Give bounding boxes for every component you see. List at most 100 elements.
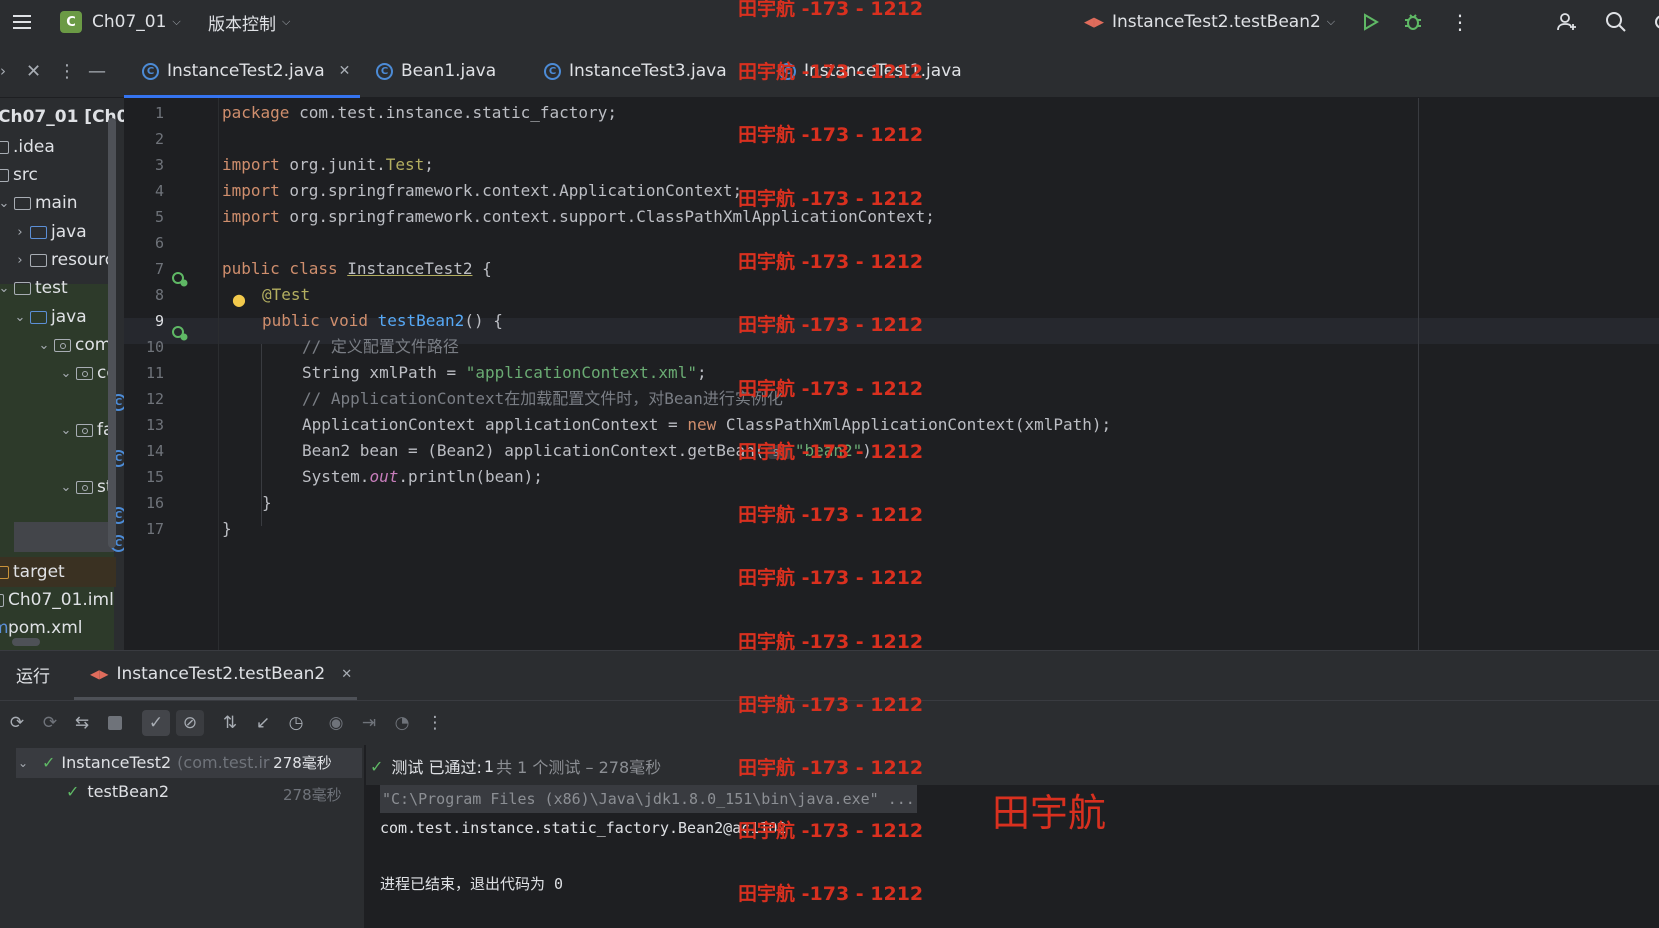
run-test-gutter-icon[interactable]: [172, 271, 188, 287]
line-number: 7: [154, 260, 164, 278]
tree-item-iml[interactable]: Ch07_01.iml: [0, 585, 114, 615]
watermark-text: 田宇航 -173 - 1212: [738, 0, 924, 20]
rerun-icon[interactable]: ⟳: [6, 712, 28, 734]
chevron-left-icon[interactable]: ›: [0, 44, 6, 98]
console-line-output: com.test.instance.static_factory.Bean2@a…: [380, 819, 787, 837]
tab-instancetest2[interactable]: C InstanceTest2.java ✕: [142, 44, 350, 98]
tree-item-test[interactable]: ⌄ test: [0, 273, 68, 303]
test-case-row[interactable]: ✓ testBean2: [66, 782, 169, 801]
watermark-text: 田宇航 -173 - 1212: [738, 314, 924, 336]
show-passed-icon[interactable]: ✓: [142, 710, 170, 736]
tree-label: .idea: [13, 137, 55, 157]
run-test-gutter-icon[interactable]: [172, 325, 188, 341]
coverage-icon[interactable]: ◔: [391, 712, 413, 734]
debug-button[interactable]: [1403, 0, 1423, 44]
tree-label: resourc: [51, 250, 115, 270]
tree-item-java-main[interactable]: › java: [10, 217, 86, 247]
tab-label: InstanceTest2.java: [167, 61, 325, 81]
chevron-right-icon: ›: [17, 252, 23, 268]
collapse-icon[interactable]: ↙: [252, 712, 274, 734]
tree-item-main[interactable]: ⌄ main: [0, 188, 77, 218]
code-line-17: }: [222, 519, 232, 538]
tree-item-resources[interactable]: › resourc: [10, 245, 114, 275]
search-icon[interactable]: [1604, 0, 1628, 44]
status-summary: 共 1 个测试 – 278毫秒: [496, 758, 662, 777]
project-tree: Ch07_01 [Ch07 .idea src ⌄ main › java › res…: [0, 98, 124, 650]
project-switcher[interactable]: C Ch07_01 ⌵: [60, 0, 181, 44]
tab-instancetest3[interactable]: C InstanceTest3.java: [544, 44, 727, 98]
history-icon[interactable]: ◷: [285, 712, 307, 734]
tree-label: target: [13, 562, 65, 582]
stop-icon[interactable]: [104, 712, 126, 734]
tree-item-com[interactable]: ⌄ com.: [34, 330, 117, 360]
lightbulb-icon[interactable]: ●: [232, 290, 246, 309]
tree-item-target[interactable]: target: [0, 557, 116, 587]
tree-item-pkg-st[interactable]: ⌄ st: [56, 472, 113, 502]
close-icon[interactable]: ✕: [339, 63, 351, 79]
tree-root[interactable]: Ch07_01 [Ch07: [0, 102, 124, 132]
chevron-down-icon: ⌄: [60, 422, 72, 438]
watermark-text: 田宇航 -173 - 1212: [738, 188, 924, 210]
test-duration: 278毫秒: [283, 786, 342, 804]
chevron-down-icon: ⌄: [60, 479, 72, 495]
tree-item-pkg-fa[interactable]: ⌄ fa: [56, 415, 114, 445]
vcs-menu[interactable]: 版本控制 ⌵: [208, 0, 290, 44]
import-icon[interactable]: ⇥: [358, 712, 380, 734]
gutter-separator: [218, 98, 219, 650]
line-number: 3: [154, 156, 164, 174]
status-label: 测试 已通过:: [391, 758, 482, 777]
show-ignored-icon[interactable]: ⊘: [176, 710, 204, 736]
sort-icon[interactable]: ⇅: [219, 712, 241, 734]
close-icon[interactable]: ✕: [341, 667, 352, 682]
line-number: 16: [145, 494, 164, 512]
tab-label: InstanceTest3.java: [569, 61, 727, 81]
run-button[interactable]: [1360, 0, 1380, 44]
folder-icon: [0, 168, 9, 182]
toggle-auto-test-icon[interactable]: ⇆: [71, 712, 93, 734]
tree-label: Ch07_01 [Ch07: [0, 107, 124, 127]
vcs-menu-label: 版本控制: [208, 14, 276, 35]
add-user-icon[interactable]: [1555, 0, 1579, 44]
rerun-failed-icon[interactable]: ⟳: [39, 712, 61, 734]
scrollbar[interactable]: [108, 118, 116, 548]
watermark-text: 田宇航 -173 - 1212: [738, 883, 924, 905]
test-suite-row[interactable]: ⌄ ✓ InstanceTest2 (com.test.ir 278毫秒: [18, 752, 332, 773]
options-icon[interactable]: ⋮: [58, 44, 76, 98]
line-number: 14: [145, 442, 164, 460]
watermark-text: 田宇航 -173 - 1212: [738, 757, 924, 779]
test-name: InstanceTest2: [61, 753, 172, 772]
tree-item-src[interactable]: src: [0, 160, 38, 190]
settings-icon[interactable]: [1650, 0, 1659, 44]
chevron-down-icon: ⌵: [1326, 15, 1336, 28]
more-icon[interactable]: ⋮: [424, 712, 446, 734]
collapse-all-icon[interactable]: ✕: [26, 44, 41, 98]
code-line-16: }: [262, 493, 272, 512]
code-line-13: ApplicationContext applicationContext = …: [302, 415, 1112, 434]
package-icon: [76, 423, 93, 437]
run-config-selector[interactable]: ◀▶ InstanceTest2.testBean2 ⌵: [1084, 0, 1335, 44]
line-number: 12: [145, 390, 164, 408]
chevron-down-icon: ⌵: [282, 15, 291, 28]
code-line-1: package com.test.instance.static_factory…: [222, 103, 617, 122]
watermark-text: 田宇航 -173 - 1212: [738, 567, 924, 589]
tree-item-java-test[interactable]: ⌄ java: [10, 302, 87, 332]
folder-icon: [30, 253, 47, 267]
chevron-down-icon: ⌵: [172, 15, 181, 28]
line-number: 6: [154, 234, 164, 252]
tab-bean1[interactable]: C Bean1.java: [376, 44, 496, 98]
tree-label: java: [51, 307, 87, 327]
console-line-command: "C:\Program Files (x86)\Java\jdk1.8.0_15…: [380, 785, 917, 813]
minimize-icon[interactable]: —: [88, 44, 106, 98]
run-tab[interactable]: ◀▶ InstanceTest2.testBean2 ✕: [90, 664, 352, 684]
more-icon[interactable]: ⋮: [1450, 0, 1470, 44]
line-number: 4: [154, 182, 164, 200]
class-icon: C: [376, 62, 393, 80]
camera-icon[interactable]: ◉: [325, 712, 347, 734]
horizontal-scrollbar[interactable]: [12, 638, 40, 646]
class-icon: C: [142, 62, 159, 80]
tree-label: src: [13, 165, 38, 185]
tree-item-idea[interactable]: .idea: [0, 132, 55, 162]
watermark-text: 田宇航 -173 - 1212: [738, 251, 924, 273]
code-line-9: public void testBean2() {: [262, 311, 503, 330]
main-menu-icon[interactable]: [10, 0, 34, 44]
